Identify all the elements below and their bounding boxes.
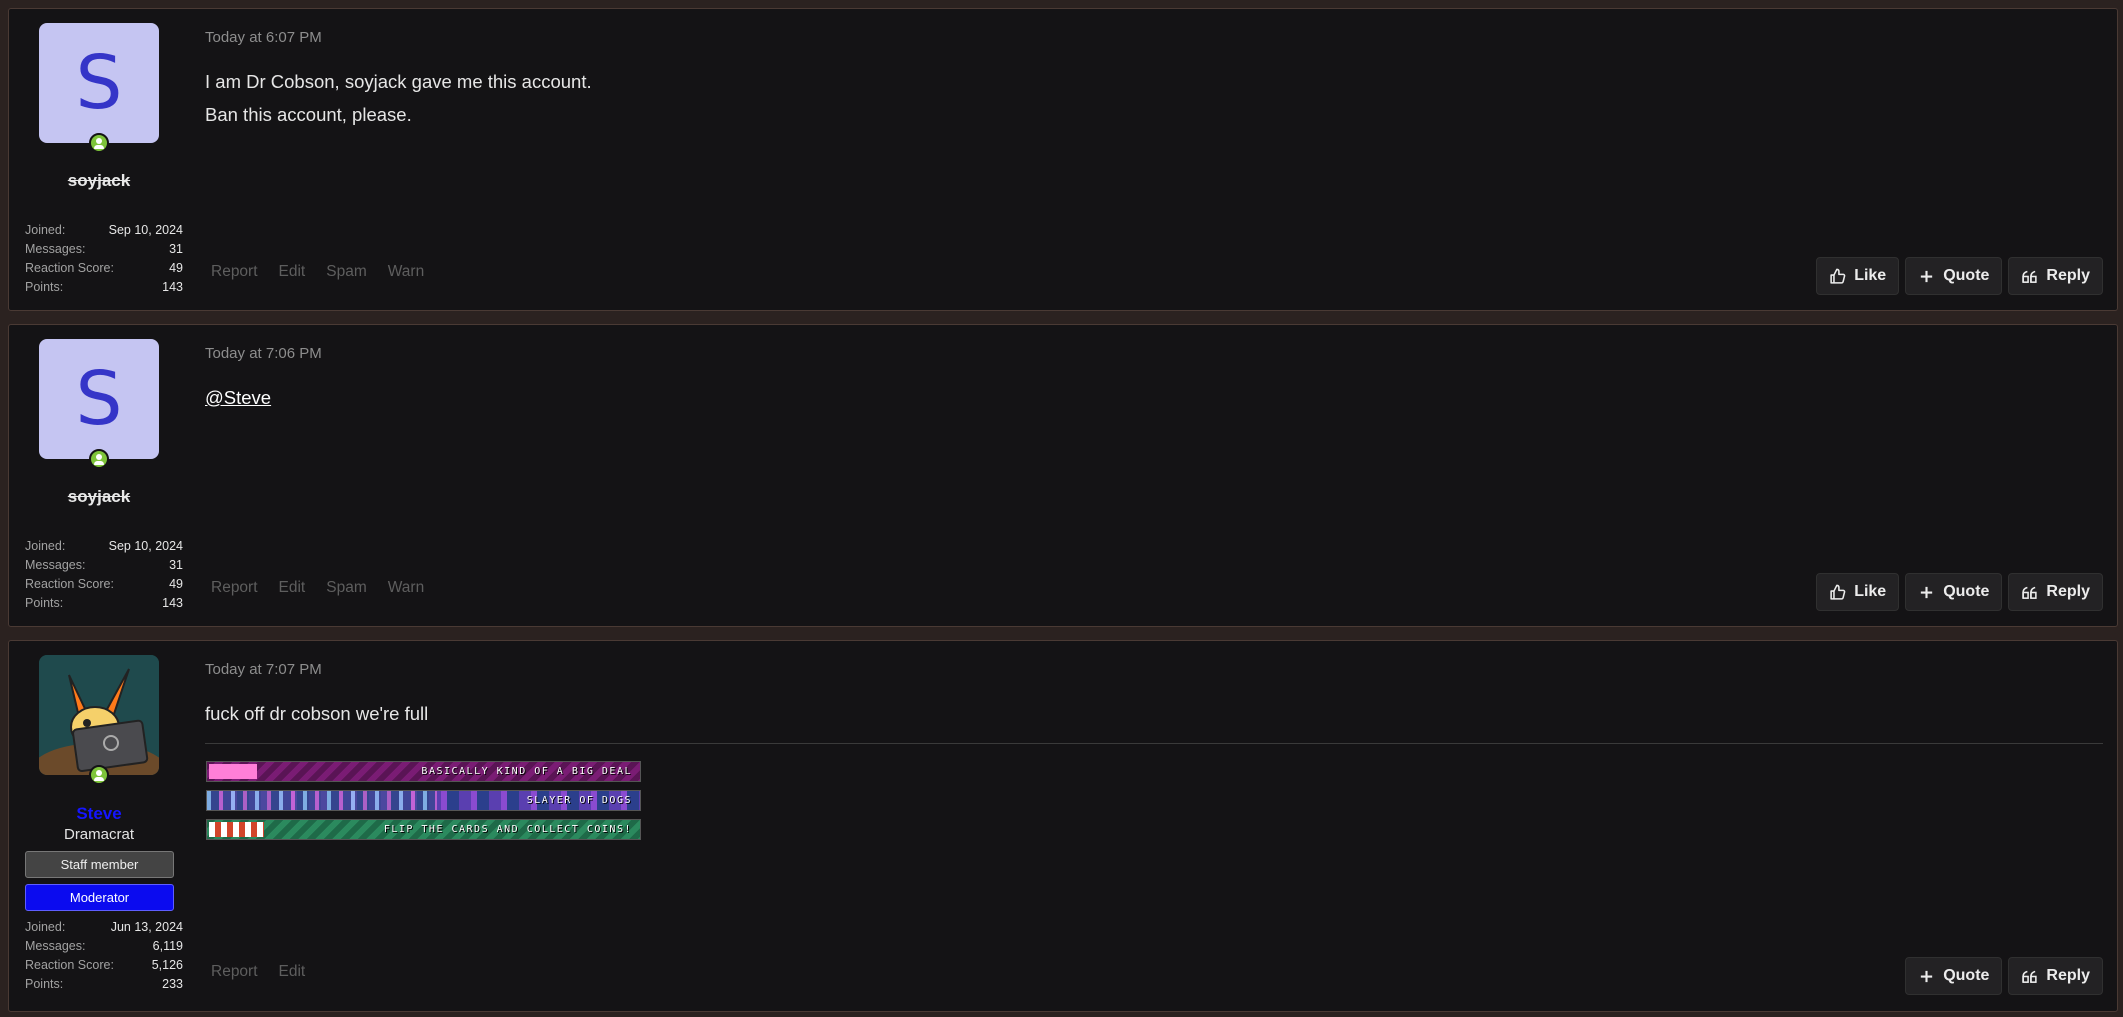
post-line: fuck off dr cobson we're full [205, 703, 429, 724]
stat-joined: Joined: Jun 13, 2024 [25, 920, 183, 934]
signature-banner[interactable]: BASICALLY KIND OF A BIG DEAL [206, 761, 641, 782]
reply-quote-icon [2022, 586, 2038, 599]
like-button[interactable]: Like [1816, 257, 1900, 295]
online-status-icon [89, 133, 109, 153]
signature-banner[interactable]: FLIP THE CARDS AND COLLECT COINS! [206, 819, 641, 840]
edit-link[interactable]: Edit [279, 263, 306, 281]
user-cell: S soyjack Joined: Sep 10, 2024 Messages: 3… [9, 9, 199, 310]
user-cell: Steve Dramacrat Staff member Moderator J… [9, 641, 199, 1011]
stat-joined: Joined: Sep 10, 2024 [25, 223, 183, 237]
avatar-letter: S [75, 40, 123, 126]
signature-divider [205, 743, 2103, 744]
sprite-icon [209, 822, 264, 837]
spam-link[interactable]: Spam [326, 579, 367, 597]
thumbs-up-icon [1830, 584, 1846, 600]
stat-messages: Messages: 31 [25, 242, 183, 256]
user-stats: Joined: Jun 13, 2024 Messages: 6,119 React… [25, 918, 183, 994]
stat-messages: Messages: 6,119 [25, 939, 183, 953]
post-timestamp[interactable]: Today at 7:07 PM [205, 661, 322, 678]
username[interactable]: Steve [9, 804, 189, 824]
post-body: fuck off dr cobson we're full [205, 697, 428, 730]
post-line: Ban this account, please. [205, 104, 412, 125]
reply-button[interactable]: Reply [2008, 257, 2103, 295]
user-stats: Joined: Sep 10, 2024 Messages: 31 Reaction… [25, 537, 183, 613]
like-button[interactable]: Like [1816, 573, 1900, 611]
user-mention-link[interactable]: @Steve [205, 387, 271, 408]
victini-avatar-image [39, 655, 159, 775]
quote-button[interactable]: Quote [1905, 257, 2003, 295]
mod-actions: Report Edit [211, 963, 305, 981]
username[interactable]: soyjack [9, 487, 189, 507]
report-link[interactable]: Report [211, 963, 258, 981]
avatar[interactable]: S [39, 23, 159, 143]
quote-button[interactable]: Quote [1905, 957, 2003, 995]
sprite-icon [209, 764, 257, 779]
stat-points: Points: 143 [25, 280, 183, 294]
message-post: S soyjack Joined: Sep 10, 2024 Messages: 3… [8, 8, 2118, 311]
stat-joined: Joined: Sep 10, 2024 [25, 539, 183, 553]
avatar[interactable] [39, 655, 159, 775]
edit-link[interactable]: Edit [279, 579, 306, 597]
signature-banner[interactable]: SLAYER OF DOGS [206, 790, 641, 811]
avatar[interactable]: S [39, 339, 159, 459]
quote-button[interactable]: Quote [1905, 573, 2003, 611]
reply-button[interactable]: Reply [2008, 573, 2103, 611]
moderator-banner: Moderator [25, 884, 174, 911]
mod-actions: Report Edit Spam Warn [211, 263, 424, 281]
post-actions: Quote Reply [1905, 957, 2103, 995]
edit-link[interactable]: Edit [279, 963, 306, 981]
post-body: I am Dr Cobson, soyjack gave me this acc… [205, 65, 592, 131]
reply-button[interactable]: Reply [2008, 957, 2103, 995]
post-timestamp[interactable]: Today at 7:06 PM [205, 345, 322, 362]
plus-icon [1921, 970, 1933, 982]
report-link[interactable]: Report [211, 579, 258, 597]
plus-icon [1921, 270, 1933, 282]
reply-quote-icon [2022, 970, 2038, 983]
post-timestamp[interactable]: Today at 6:07 PM [205, 29, 322, 46]
warn-link[interactable]: Warn [388, 263, 424, 281]
spam-link[interactable]: Spam [326, 263, 367, 281]
post-actions: Like Quote Reply [1816, 257, 2103, 295]
stat-reaction-score: Reaction Score: 49 [25, 577, 183, 591]
plus-icon [1921, 586, 1933, 598]
avatar-letter: S [75, 356, 123, 442]
post-line: I am Dr Cobson, soyjack gave me this acc… [205, 71, 592, 92]
user-title: Dramacrat [63, 826, 134, 843]
sprite-icon [207, 791, 437, 810]
user-stats: Joined: Sep 10, 2024 Messages: 31 Reaction… [25, 221, 183, 297]
username[interactable]: soyjack [9, 171, 189, 191]
stat-reaction-score: Reaction Score: 5,126 [25, 958, 183, 972]
message-post: Steve Dramacrat Staff member Moderator J… [8, 640, 2118, 1012]
post-actions: Like Quote Reply [1816, 573, 2103, 611]
warn-link[interactable]: Warn [388, 579, 424, 597]
stat-messages: Messages: 31 [25, 558, 183, 572]
online-status-icon [89, 765, 109, 785]
online-status-icon [89, 449, 109, 469]
stat-points: Points: 233 [25, 977, 183, 991]
post-body: @Steve [205, 381, 271, 414]
staff-member-banner: Staff member [25, 851, 174, 878]
user-cell: S soyjack Joined: Sep 10, 2024 Messages: 3… [9, 325, 199, 626]
mod-actions: Report Edit Spam Warn [211, 579, 424, 597]
stat-reaction-score: Reaction Score: 49 [25, 261, 183, 275]
report-link[interactable]: Report [211, 263, 258, 281]
thumbs-up-icon [1830, 268, 1846, 284]
reply-quote-icon [2022, 270, 2038, 283]
stat-points: Points: 143 [25, 596, 183, 610]
message-post: S soyjack Joined: Sep 10, 2024 Messages: 3… [8, 324, 2118, 627]
